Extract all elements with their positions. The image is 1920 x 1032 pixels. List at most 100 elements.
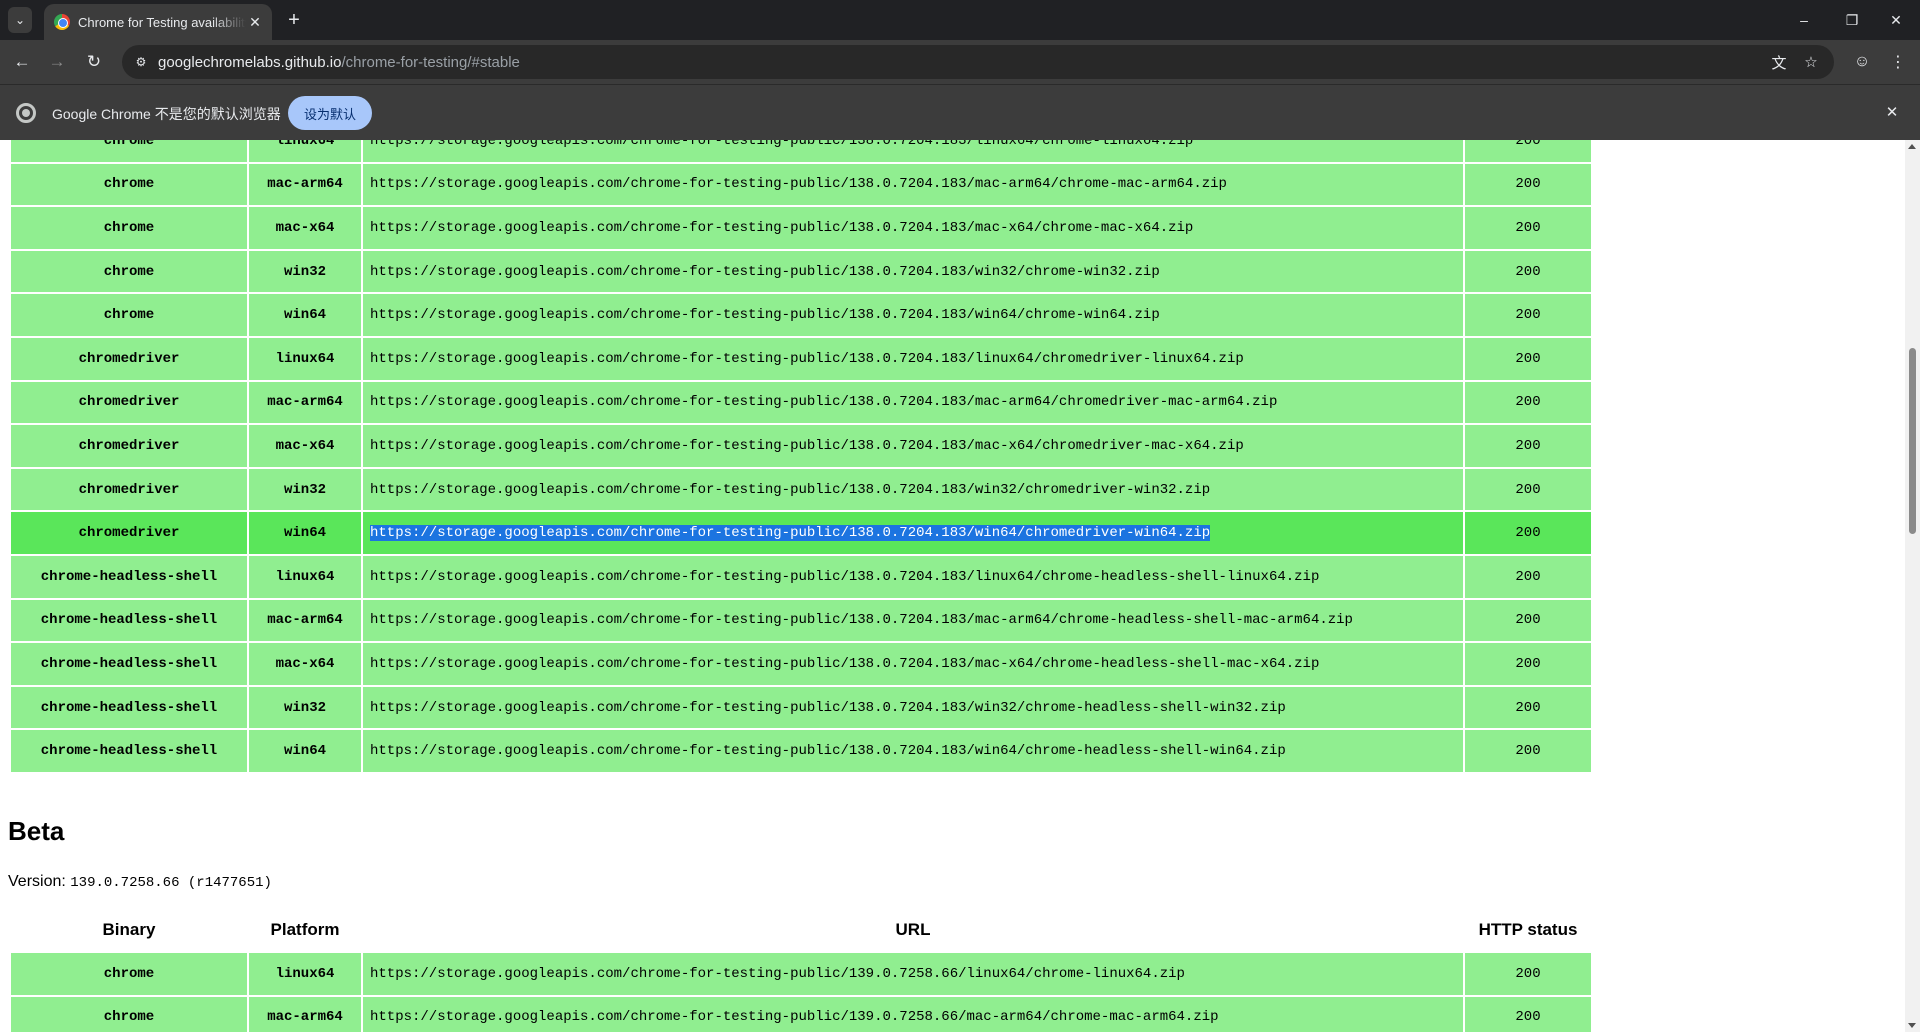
status-cell: 200 xyxy=(1463,641,1593,687)
url-cell: https://storage.googleapis.com/chrome-fo… xyxy=(361,335,1465,382)
binary-cell: chromedriver xyxy=(9,423,249,469)
download-link[interactable]: https://storage.googleapis.com/chrome-fo… xyxy=(370,220,1193,236)
close-infobar-icon[interactable]: ✕ xyxy=(1882,103,1902,123)
table-row: chrome mac-x64 https://storage.googleapis.… xyxy=(9,205,1593,251)
download-link[interactable]: https://storage.googleapis.com/chrome-fo… xyxy=(370,1009,1219,1025)
table-row: chrome win32 https://storage.googleapis.co… xyxy=(9,248,1593,295)
scroll-down-arrow-icon[interactable] xyxy=(1908,1023,1916,1028)
url-cell: https://storage.googleapis.com/chrome-fo… xyxy=(361,161,1465,208)
download-link[interactable]: https://storage.googleapis.com/chrome-fo… xyxy=(370,966,1185,982)
binary-cell: chrome-headless-shell xyxy=(9,728,249,774)
reload-button[interactable]: ↻ xyxy=(80,48,108,76)
table-row: chrome-headless-shell mac-x64 https://stor… xyxy=(9,641,1593,687)
header-binary: Binary xyxy=(10,908,248,952)
download-link[interactable]: https://storage.googleapis.com/chrome-fo… xyxy=(370,700,1286,716)
url-host: googlechromelabs.github.io xyxy=(158,53,342,71)
url-cell: https://storage.googleapis.com/chrome-fo… xyxy=(361,248,1465,295)
scroll-up-arrow-icon[interactable] xyxy=(1908,144,1916,149)
restore-button[interactable]: ❐ xyxy=(1828,0,1876,40)
url-cell: https://storage.googleapis.com/chrome-fo… xyxy=(361,510,1465,556)
set-default-button[interactable]: 设为默认 xyxy=(288,96,372,130)
default-browser-infobar: Google Chrome 不是您的默认浏览器 设为默认 ✕ xyxy=(0,84,1920,140)
platform-cell: linux64 xyxy=(247,140,363,164)
binary-cell: chrome-headless-shell xyxy=(9,684,249,731)
url-cell: https://storage.googleapis.com/chrome-fo… xyxy=(361,140,1465,164)
more-menu-icon[interactable]: ⋮ xyxy=(1884,48,1912,76)
platform-cell: linux64 xyxy=(247,553,363,600)
translate-icon[interactable]: 文 xyxy=(1768,51,1790,73)
binary-cell: chrome xyxy=(9,248,249,295)
binary-cell: chrome-headless-shell xyxy=(9,597,249,644)
url-cell: https://storage.googleapis.com/chrome-fo… xyxy=(361,951,1465,997)
status-cell: 200 xyxy=(1463,951,1593,997)
close-tab-icon[interactable]: ✕ xyxy=(246,14,264,31)
scroll-thumb[interactable] xyxy=(1909,348,1916,534)
download-link[interactable]: https://storage.googleapis.com/chrome-fo… xyxy=(370,612,1353,628)
table-row: chromedriver mac-arm64 https://storage.goo… xyxy=(9,379,1593,426)
tab-active[interactable]: Chrome for Testing availability ✕ xyxy=(44,4,272,40)
download-link[interactable]: https://storage.googleapis.com/chrome-fo… xyxy=(370,307,1160,323)
download-link[interactable]: https://storage.googleapis.com/chrome-fo… xyxy=(370,438,1244,454)
forward-button[interactable]: → xyxy=(43,48,71,76)
back-button[interactable]: ← xyxy=(8,48,36,76)
platform-cell: linux64 xyxy=(247,951,363,997)
table-row: chromedriver linux64 https://storage.googl… xyxy=(9,335,1593,382)
status-cell: 200 xyxy=(1463,205,1593,251)
platform-cell: win64 xyxy=(247,728,363,774)
header-url: URL xyxy=(362,908,1464,952)
page-scrollbar[interactable] xyxy=(1905,140,1920,1032)
platform-cell: win64 xyxy=(247,510,363,556)
download-link[interactable]: https://storage.googleapis.com/chrome-fo… xyxy=(370,351,1244,367)
download-link[interactable]: https://storage.googleapis.com/chrome-fo… xyxy=(370,176,1227,192)
platform-cell: mac-arm64 xyxy=(247,379,363,426)
url-cell: https://storage.googleapis.com/chrome-fo… xyxy=(361,466,1465,513)
download-link[interactable]: https://storage.googleapis.com/chrome-fo… xyxy=(370,394,1277,410)
url-cell: https://storage.googleapis.com/chrome-fo… xyxy=(361,205,1465,251)
binary-cell: chrome xyxy=(9,161,249,208)
chrome-logo-icon xyxy=(16,103,36,123)
table-header-row: Binary Platform URL HTTP status xyxy=(10,908,1592,952)
url-cell: https://storage.googleapis.com/chrome-fo… xyxy=(361,641,1465,687)
binary-cell: chromedriver xyxy=(9,466,249,513)
download-link[interactable]: https://storage.googleapis.com/chrome-fo… xyxy=(370,525,1211,542)
platform-cell: win64 xyxy=(247,292,363,338)
table-row: chrome win64 https://storage.googleapis.co… xyxy=(9,292,1593,338)
minimize-button[interactable]: – xyxy=(1780,0,1828,40)
download-link[interactable]: https://storage.googleapis.com/chrome-fo… xyxy=(370,482,1210,498)
download-link[interactable]: https://storage.googleapis.com/chrome-fo… xyxy=(370,743,1286,759)
browser-toolbar: ← → ↻ ⚙ googlechromelabs.github.io/chrom… xyxy=(0,40,1920,84)
profile-avatar-icon[interactable]: ☺ xyxy=(1848,48,1876,76)
status-cell: 200 xyxy=(1463,994,1593,1032)
tab-search-button[interactable]: ⌄ xyxy=(8,7,32,33)
download-link[interactable]: https://storage.googleapis.com/chrome-fo… xyxy=(370,656,1319,672)
table-row: chrome-headless-shell linux64 https://stor… xyxy=(9,553,1593,600)
table-row: chromedriver mac-x64 https://storage.googl… xyxy=(9,423,1593,469)
new-tab-button[interactable]: + xyxy=(282,9,306,33)
tab-title: Chrome for Testing availability xyxy=(78,14,246,30)
url-text[interactable]: googlechromelabs.github.io/chrome-for-te… xyxy=(158,54,520,71)
platform-cell: mac-x64 xyxy=(247,423,363,469)
address-bar[interactable]: ⚙ googlechromelabs.github.io/chrome-for-… xyxy=(122,45,1834,79)
url-cell: https://storage.googleapis.com/chrome-fo… xyxy=(361,553,1465,600)
url-cell: https://storage.googleapis.com/chrome-fo… xyxy=(361,379,1465,426)
binary-cell: chromedriver xyxy=(9,510,249,556)
binary-cell: chromedriver xyxy=(9,379,249,426)
beta-version-line: Version: 139.0.7258.66 (r1477651) xyxy=(8,873,272,891)
chevron-down-icon: ⌄ xyxy=(14,13,26,27)
status-cell: 200 xyxy=(1463,140,1593,164)
beta-section-title: Beta xyxy=(8,816,65,846)
close-window-button[interactable]: ✕ xyxy=(1872,0,1920,40)
status-cell: 200 xyxy=(1463,335,1593,382)
arrow-left-icon: ← xyxy=(13,52,31,71)
download-link[interactable]: https://storage.googleapis.com/chrome-fo… xyxy=(370,140,1193,149)
download-link[interactable]: https://storage.googleapis.com/chrome-fo… xyxy=(370,264,1160,280)
table-row: chromedriver win32 https://storage.googlea… xyxy=(9,466,1593,513)
url-cell: https://storage.googleapis.com/chrome-fo… xyxy=(361,728,1465,774)
reload-icon: ↻ xyxy=(86,52,102,71)
bookmark-star-icon[interactable]: ☆ xyxy=(1800,51,1822,73)
site-info-icon[interactable]: ⚙ xyxy=(130,51,152,73)
binary-cell: chrome xyxy=(9,292,249,338)
status-cell: 200 xyxy=(1463,597,1593,644)
download-link[interactable]: https://storage.googleapis.com/chrome-fo… xyxy=(370,569,1319,585)
platform-cell: mac-arm64 xyxy=(247,994,363,1032)
